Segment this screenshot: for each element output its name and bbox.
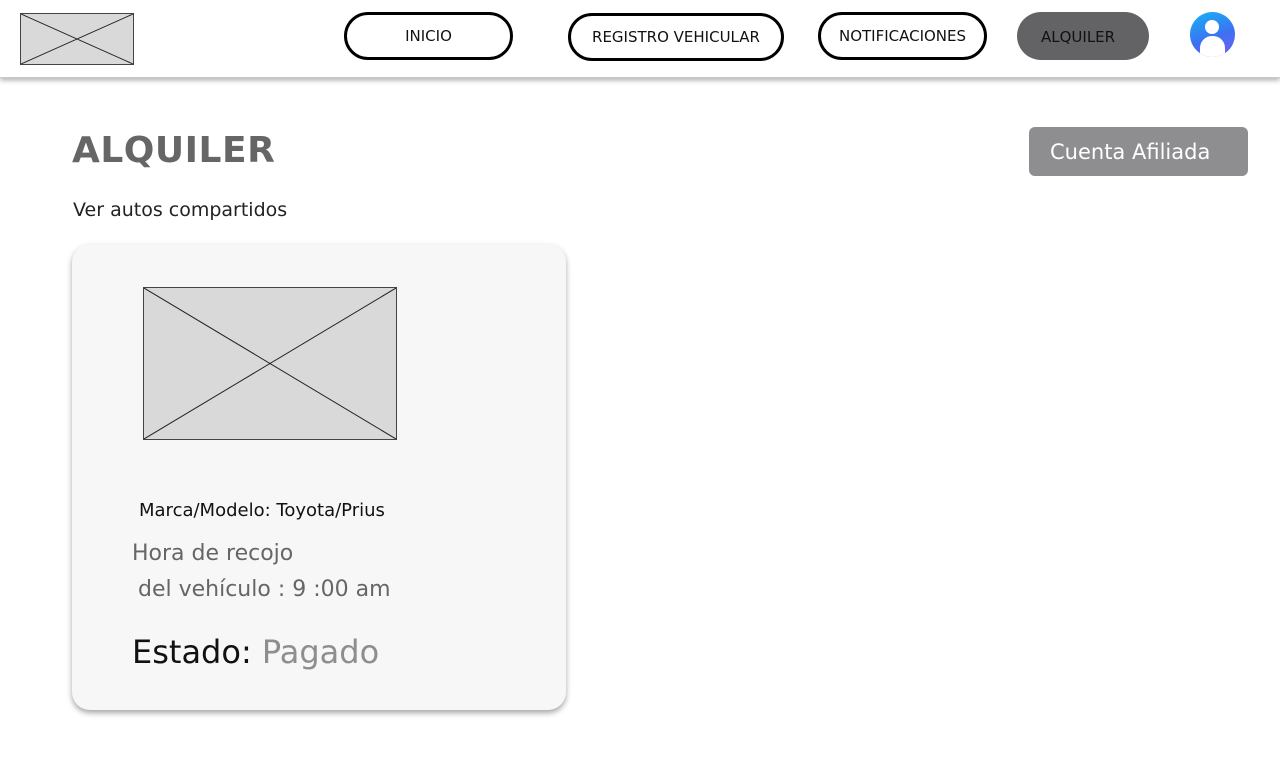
estado-label: Estado: (132, 633, 262, 671)
hora-recojo-value: del vehículo : 9 :00 am (138, 577, 391, 602)
rental-card[interactable]: Marca/Modelo: Toyota/Prius Hora de recoj… (72, 244, 566, 710)
nav-notificaciones-button[interactable]: NOTIFICACIONES (818, 12, 987, 60)
car-image-placeholder-icon (143, 287, 397, 440)
nav-registro-vehicular-button[interactable]: REGISTRO VEHICULAR (568, 13, 784, 61)
nav-inicio-button[interactable]: INICIO (344, 12, 513, 60)
logo-placeholder-icon[interactable] (20, 13, 134, 65)
top-navigation-bar: INICIO REGISTRO VEHICULAR NOTIFICACIONES… (0, 0, 1280, 78)
hora-recojo-label: Hora de recojo (132, 541, 294, 566)
nav-alquiler-button[interactable]: ALQUILER (1017, 12, 1149, 60)
cuenta-afiliada-button[interactable]: Cuenta Afiliada (1029, 127, 1248, 176)
user-avatar-icon[interactable] (1190, 12, 1235, 57)
page-subtitle: Ver autos compartidos (73, 199, 288, 221)
estado-line: Estado: Pagado (132, 633, 379, 671)
page-title: ALQUILER (72, 130, 276, 171)
marca-modelo-text: Marca/Modelo: Toyota/Prius (139, 500, 385, 521)
estado-value: Pagado (261, 633, 380, 671)
